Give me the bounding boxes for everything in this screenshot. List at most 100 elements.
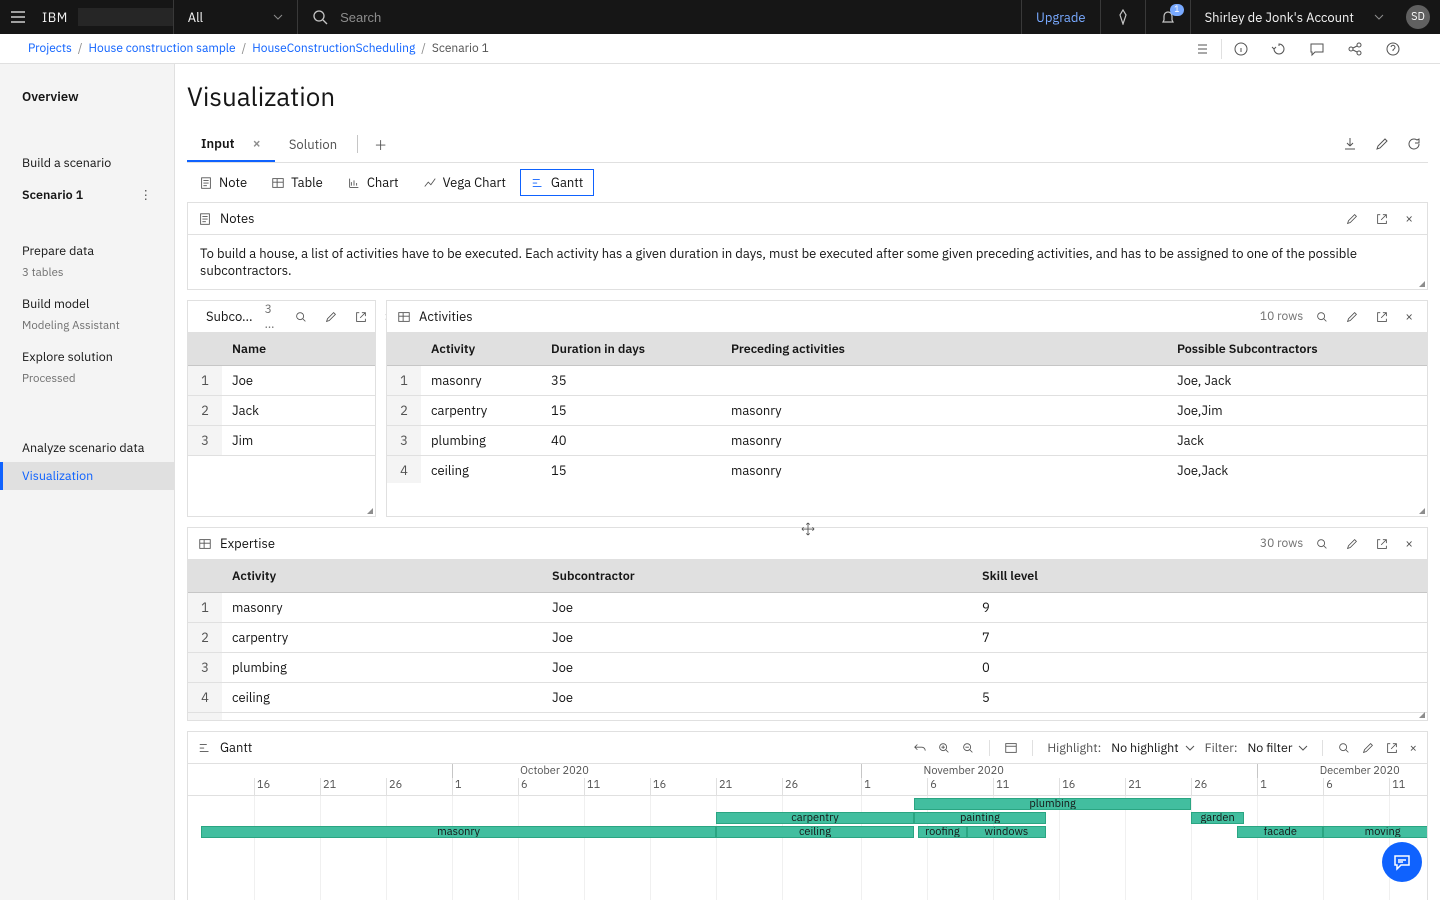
- search-input[interactable]: [338, 9, 638, 26]
- edit-icon[interactable]: [1341, 212, 1363, 226]
- share-icon[interactable]: [1336, 34, 1374, 64]
- gantt-task-facade[interactable]: facade: [1237, 826, 1323, 838]
- gantt-task-ceiling[interactable]: ceiling: [716, 826, 914, 838]
- tool-chart[interactable]: Chart: [337, 170, 409, 195]
- gantt-chart[interactable]: October 2020November 2020December 202016…: [188, 764, 1427, 900]
- chevron-down-icon: [1374, 14, 1384, 20]
- close-icon[interactable]: ×: [1401, 535, 1417, 552]
- gantt-tick-label: 1: [1257, 778, 1267, 796]
- sidebar-prepare-data[interactable]: Prepare data: [0, 237, 174, 265]
- gantt-task-plumbing[interactable]: plumbing: [914, 798, 1191, 810]
- list-icon[interactable]: [1183, 34, 1221, 64]
- search-icon[interactable]: [290, 310, 312, 324]
- edit-icon[interactable]: [1361, 741, 1375, 755]
- scope-dropdown[interactable]: All: [173, 0, 297, 34]
- gantt-task-moving[interactable]: moving: [1323, 826, 1427, 838]
- tool-note[interactable]: Note: [189, 170, 257, 195]
- sidebar-build-model[interactable]: Build model: [0, 290, 174, 318]
- breadcrumb-project[interactable]: House construction sample: [89, 41, 236, 56]
- main-content: Visualization Input × Solution ＋ Note: [175, 64, 1440, 900]
- sidebar-visualization[interactable]: Visualization: [0, 462, 174, 490]
- filter-select[interactable]: No filter: [1247, 740, 1308, 756]
- table-row[interactable]: 5roofingJoe6: [188, 713, 1427, 721]
- tool-table[interactable]: Table: [261, 170, 333, 195]
- table-row[interactable]: 2carpentryJoe7: [188, 623, 1427, 653]
- chat-fab[interactable]: [1382, 842, 1422, 882]
- help-icon[interactable]: [1374, 34, 1412, 64]
- edit-icon[interactable]: [1341, 310, 1363, 324]
- top-bar: IBM All Upgrade 1 Shirley de Jonk's Acco…: [0, 0, 1440, 34]
- popout-icon[interactable]: [1371, 212, 1393, 226]
- resize-handle[interactable]: [1419, 712, 1425, 718]
- edit-icon[interactable]: [1374, 136, 1390, 152]
- gantt-task-roofing[interactable]: roofing: [918, 826, 967, 838]
- sidebar-overview[interactable]: Overview: [0, 80, 174, 119]
- edit-icon[interactable]: [320, 310, 342, 324]
- gantt-task-garden[interactable]: garden: [1191, 812, 1244, 824]
- table-row[interactable]: 2Jack: [188, 396, 375, 426]
- popout-icon[interactable]: [1385, 741, 1399, 755]
- search-icon[interactable]: [1311, 537, 1333, 551]
- fit-icon[interactable]: [1004, 741, 1018, 755]
- sidebar-explore-solution[interactable]: Explore solution: [0, 343, 174, 371]
- product-switcher[interactable]: [78, 8, 173, 26]
- avatar[interactable]: SD: [1406, 5, 1430, 29]
- activities-title: Activities: [419, 308, 473, 325]
- info-icon[interactable]: [1222, 34, 1260, 64]
- close-icon[interactable]: ×: [1409, 740, 1417, 756]
- account-menu[interactable]: Shirley de Jonk's Account: [1190, 0, 1398, 34]
- table-row[interactable]: 1masonry35Joe, Jack: [387, 366, 1427, 396]
- tab-solution[interactable]: Solution: [275, 128, 351, 161]
- chat-icon[interactable]: [1298, 34, 1336, 64]
- close-icon[interactable]: ×: [252, 134, 260, 152]
- tab-input[interactable]: Input ×: [187, 126, 275, 162]
- tool-vega[interactable]: Vega Chart: [413, 170, 516, 195]
- breadcrumb-projects[interactable]: Projects: [28, 41, 72, 56]
- sidebar-scenario1[interactable]: Scenario 1 ⋮: [0, 177, 174, 207]
- sidebar-analyze[interactable]: Analyze scenario data: [0, 434, 174, 462]
- sidebar-build-scenario[interactable]: Build a scenario: [0, 149, 174, 177]
- close-icon[interactable]: ×: [1401, 308, 1417, 325]
- gantt-task-painting[interactable]: painting: [914, 812, 1046, 824]
- search-icon[interactable]: [1337, 741, 1351, 755]
- table-row[interactable]: 3plumbing40masonryJack: [387, 426, 1427, 456]
- add-tab-icon[interactable]: ＋: [364, 135, 397, 154]
- close-icon[interactable]: ×: [1401, 210, 1417, 227]
- gantt-task-masonry[interactable]: masonry: [201, 826, 716, 838]
- menu-icon[interactable]: [10, 9, 26, 25]
- table-row[interactable]: 4ceiling15masonryJoe,Jack: [387, 456, 1427, 484]
- table-row[interactable]: 3plumbingJoe0: [188, 653, 1427, 683]
- download-icon[interactable]: [1342, 136, 1358, 152]
- resize-handle[interactable]: [1419, 508, 1425, 514]
- gantt-task-carpentry[interactable]: carpentry: [716, 812, 914, 824]
- zoom-in-icon[interactable]: [937, 741, 951, 755]
- popout-icon[interactable]: [350, 310, 372, 324]
- resize-handle[interactable]: [1419, 281, 1425, 287]
- upgrade-link[interactable]: Upgrade: [1021, 0, 1100, 34]
- notifications-icon[interactable]: 1: [1145, 0, 1190, 34]
- move-icon[interactable]: [801, 522, 815, 536]
- tool-gantt[interactable]: Gantt: [520, 169, 594, 196]
- compass-icon[interactable]: [1100, 0, 1145, 34]
- search-icon[interactable]: [1311, 310, 1333, 324]
- zoom-out-icon[interactable]: [961, 741, 975, 755]
- popout-icon[interactable]: [1371, 310, 1393, 324]
- popout-icon[interactable]: [1371, 537, 1393, 551]
- refresh-icon[interactable]: [1406, 136, 1422, 152]
- breadcrumb-current: Scenario 1: [432, 41, 489, 56]
- search-icon[interactable]: [312, 9, 328, 25]
- table-row[interactable]: 4ceilingJoe5: [188, 683, 1427, 713]
- table-row[interactable]: 1masonryJoe9: [188, 593, 1427, 623]
- edit-icon[interactable]: [1341, 537, 1363, 551]
- tabs-row: Input × Solution ＋: [187, 126, 1428, 163]
- highlight-select[interactable]: No highlight: [1111, 740, 1194, 756]
- table-row[interactable]: 2carpentry15masonryJoe,Jim: [387, 396, 1427, 426]
- resize-handle[interactable]: [367, 508, 373, 514]
- table-row[interactable]: 1Joe: [188, 366, 375, 396]
- kebab-icon[interactable]: ⋮: [140, 187, 153, 203]
- gantt-task-windows[interactable]: windows: [967, 826, 1046, 838]
- undo-icon[interactable]: [913, 741, 927, 755]
- history-icon[interactable]: [1260, 34, 1298, 64]
- table-row[interactable]: 3Jim: [188, 426, 375, 456]
- breadcrumb-asset[interactable]: HouseConstructionScheduling: [252, 41, 415, 56]
